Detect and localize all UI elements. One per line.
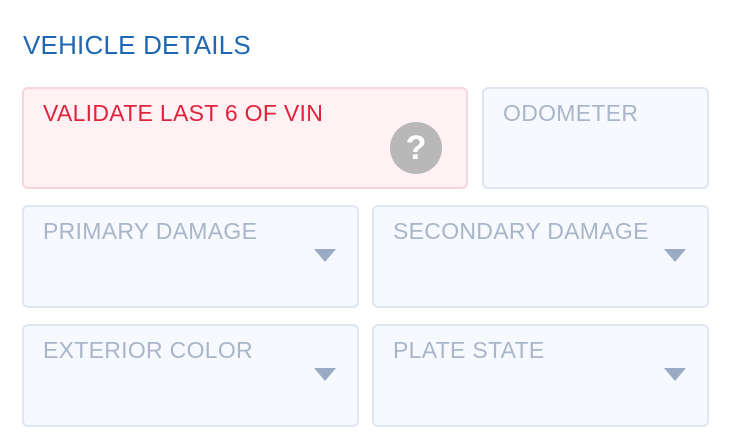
- primary-damage-label: PRIMARY DAMAGE: [43, 218, 258, 244]
- question-circle-icon[interactable]: ?: [390, 122, 442, 174]
- exterior-color-label: EXTERIOR COLOR: [43, 337, 253, 363]
- exterior-color-select[interactable]: EXTERIOR COLOR: [22, 324, 359, 427]
- vin-field[interactable]: VALIDATE LAST 6 OF VIN ?: [22, 87, 468, 189]
- plate-state-select[interactable]: PLATE STATE: [372, 324, 709, 427]
- section-title: VEHICLE DETAILS: [23, 30, 251, 60]
- secondary-damage-select[interactable]: SECONDARY DAMAGE: [372, 205, 709, 308]
- odometer-field-label: ODOMETER: [503, 100, 639, 126]
- chevron-down-icon: [314, 368, 336, 381]
- odometer-field[interactable]: ODOMETER: [482, 87, 709, 189]
- chevron-down-icon: [664, 368, 686, 381]
- chevron-down-icon: [314, 249, 336, 262]
- chevron-down-icon: [664, 249, 686, 262]
- primary-damage-select[interactable]: PRIMARY DAMAGE: [22, 205, 359, 308]
- plate-state-label: PLATE STATE: [393, 337, 545, 363]
- vin-field-label: VALIDATE LAST 6 OF VIN: [43, 100, 324, 126]
- secondary-damage-label: SECONDARY DAMAGE: [393, 218, 649, 244]
